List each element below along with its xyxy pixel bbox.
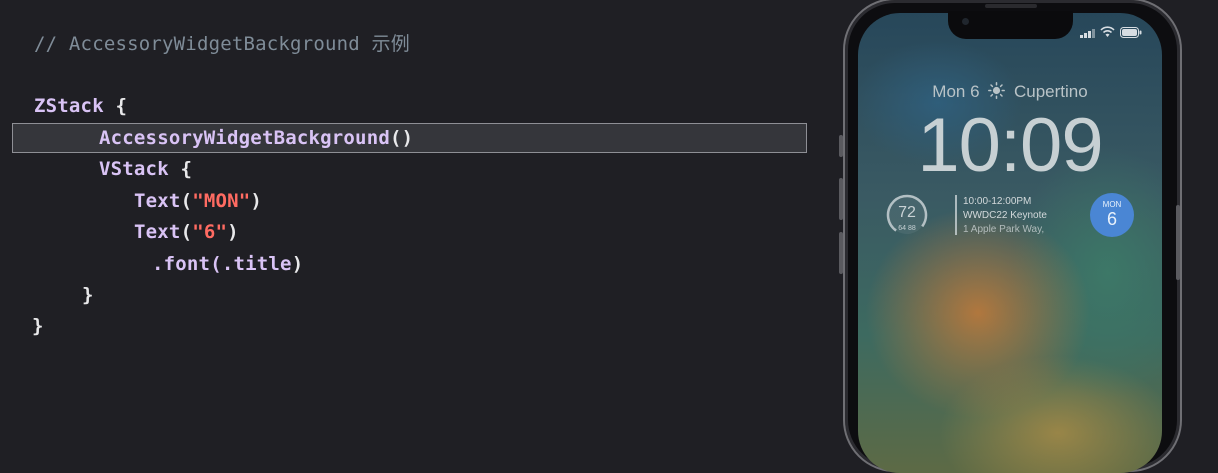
code-comment: // AccessoryWidgetBackground 示例: [34, 33, 410, 55]
title-style: (.title: [210, 253, 292, 275]
volume-up-button: [839, 178, 843, 220]
volume-down-button: [839, 232, 843, 274]
code-editor: // AccessoryWidgetBackground 示例 ZStack {…: [0, 0, 830, 447]
parens: (): [389, 127, 414, 149]
code-line-text-6: Text("6"): [134, 218, 239, 246]
code-line-font: .font(.title): [152, 250, 303, 278]
notch: [948, 11, 1073, 39]
paren-open: (: [180, 221, 193, 243]
paren-close: ): [227, 221, 239, 243]
brace-close-vstack: }: [82, 284, 94, 306]
event-divider: [955, 195, 957, 235]
signal-icon: [1080, 28, 1096, 41]
string-mon: "MON": [192, 190, 251, 212]
wifi-icon: [1100, 26, 1115, 41]
event-location[interactable]: 1 Apple Park Way,: [963, 224, 1044, 235]
date-widget[interactable]: MON 6: [1090, 193, 1134, 237]
temperature-value: 72: [898, 204, 916, 221]
brace-open: {: [103, 95, 128, 117]
code-line-zstack: ZStack {: [34, 92, 127, 120]
temperature-range: 64 88: [898, 225, 916, 232]
string-6: "6": [192, 221, 228, 243]
lockscreen-time: 10:09: [917, 103, 1103, 188]
lockscreen-date-row: Mon 6 Cupertino: [858, 82, 1162, 104]
power-button: [1176, 205, 1180, 280]
zstack-keyword: ZStack: [34, 95, 104, 117]
paren-close: ): [291, 253, 304, 275]
city-label: Cupertino: [1014, 82, 1088, 101]
text-keyword: Text: [134, 190, 181, 212]
code-line-vstack: VStack {: [99, 155, 192, 183]
date-label: Mon 6: [932, 82, 980, 101]
brace-open: {: [168, 158, 193, 180]
code-line-text-mon: Text("MON"): [134, 187, 262, 215]
paren-open: (: [180, 190, 193, 212]
sun-icon: [988, 82, 1006, 104]
paren-close: ): [250, 190, 263, 212]
code-line-accessory: AccessoryWidgetBackground(): [99, 124, 413, 152]
date-widget-day: 6: [1106, 209, 1117, 229]
text-keyword: Text: [134, 221, 181, 243]
vstack-keyword: VStack: [99, 158, 169, 180]
accessory-background-call: AccessoryWidgetBackground: [99, 127, 390, 149]
font-modifier: .font: [152, 253, 211, 275]
battery-icon: [1120, 27, 1142, 41]
camera: [962, 18, 969, 25]
brace-close-zstack: }: [32, 315, 44, 337]
speaker-grille: [985, 4, 1037, 8]
mute-switch: [839, 135, 843, 157]
event-time[interactable]: 10:00-12:00PM: [963, 196, 1031, 207]
event-title[interactable]: WWDC22 Keynote: [963, 210, 1047, 221]
date-widget-month: MON: [1102, 200, 1122, 209]
